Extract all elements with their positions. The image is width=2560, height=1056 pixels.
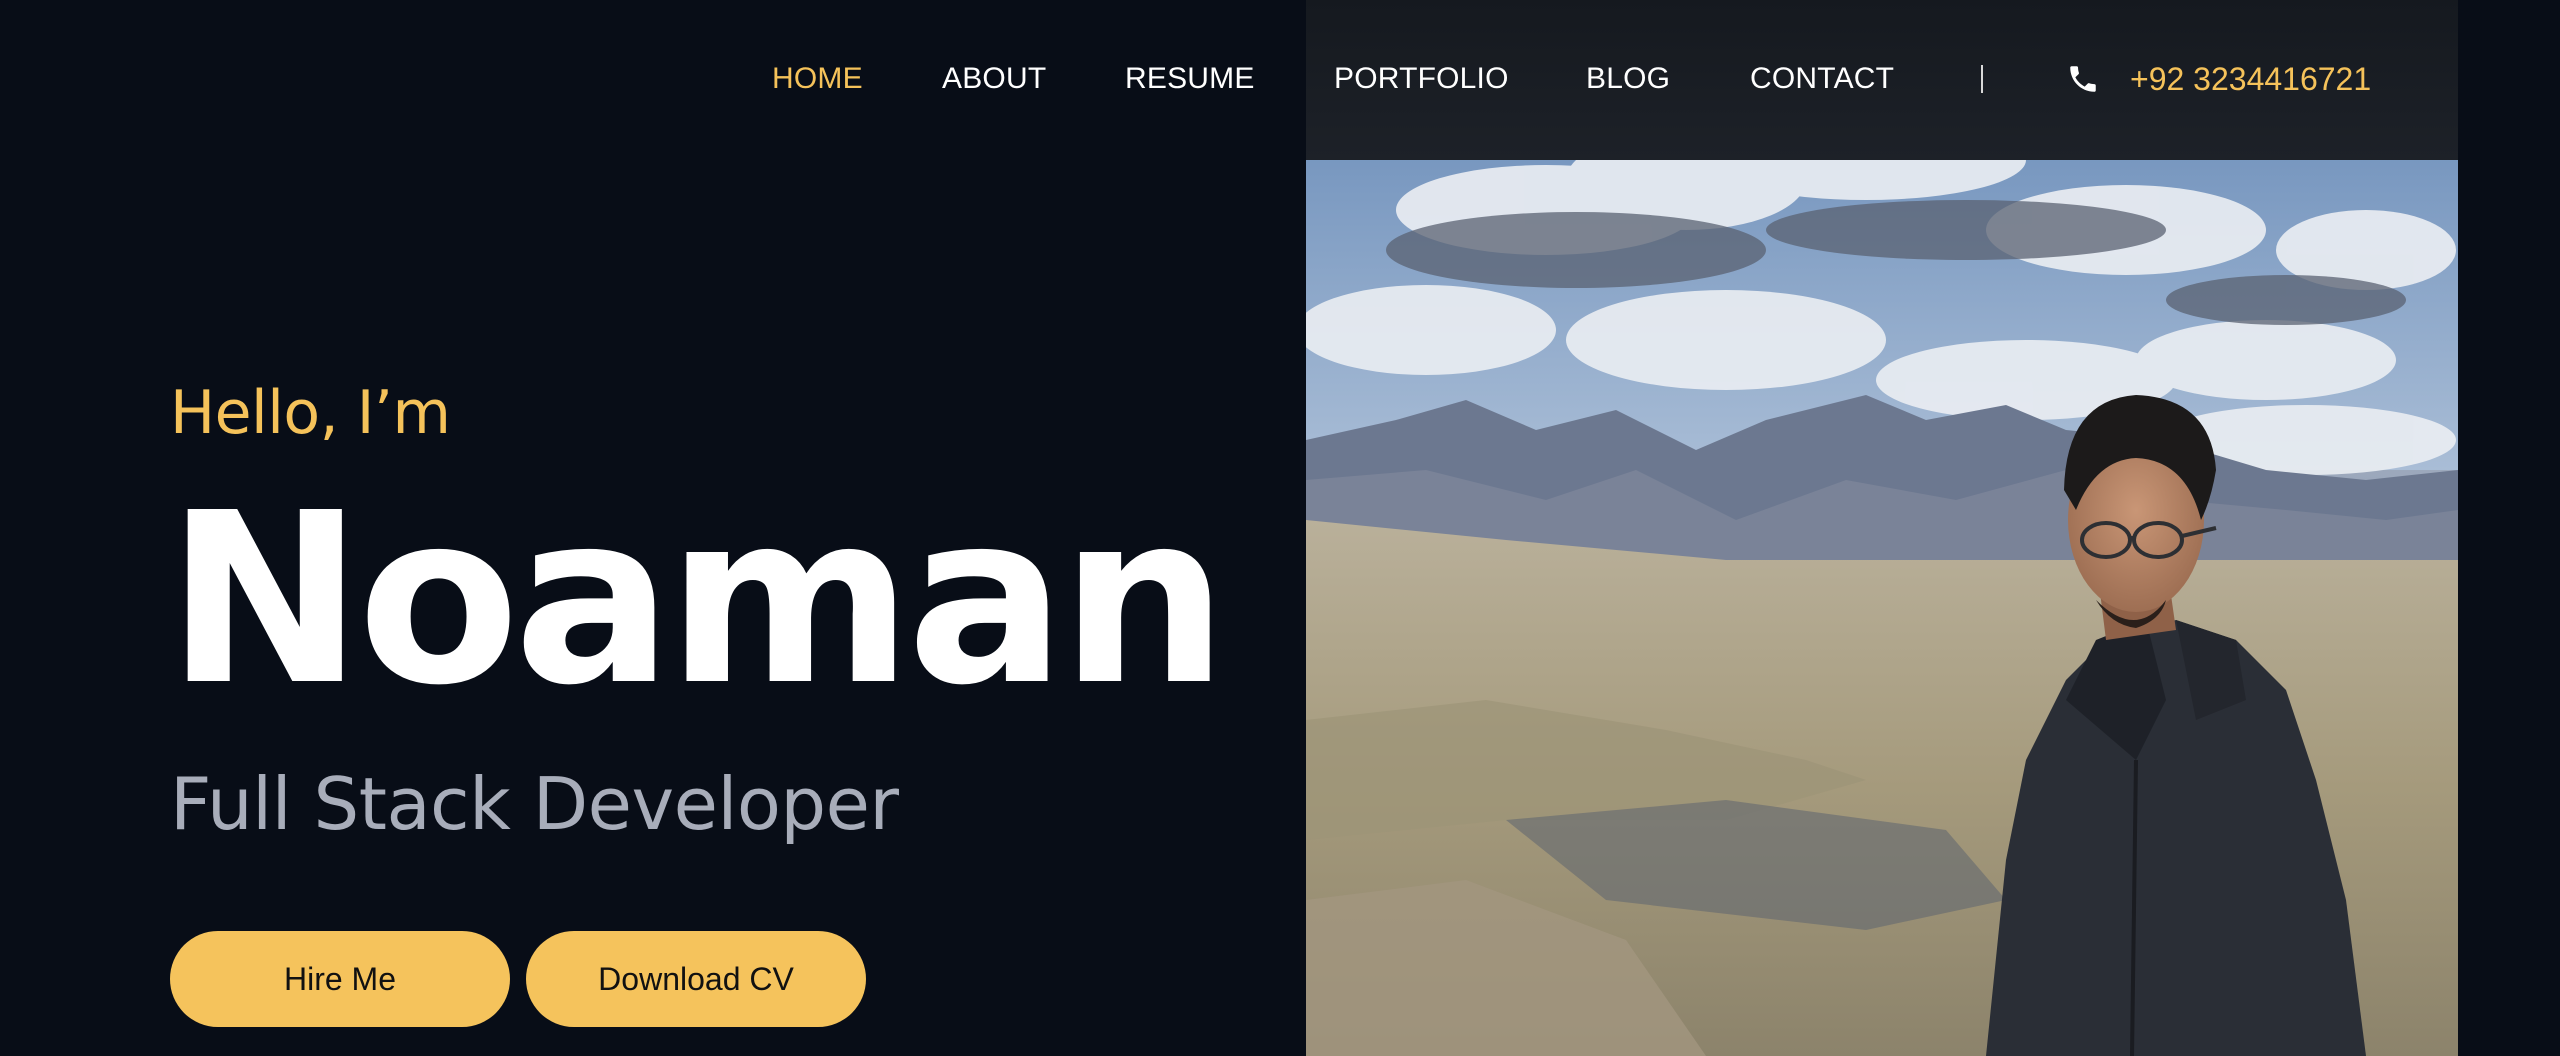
hero-greeting: Hello, I’m [170,378,451,448]
phone-contact[interactable]: +92 3234416721 [2066,56,2371,102]
nav-blog[interactable]: BLOG [1586,62,1670,96]
nav-resume[interactable]: RESUME [1125,62,1255,96]
page: HOME ABOUT RESUME PORTFOLIO BLOG CONTACT… [0,0,2560,1056]
hire-me-button[interactable]: Hire Me [170,931,510,1027]
hero-name: Noaman [166,462,1228,737]
phone-number[interactable]: +92 3234416721 [2130,61,2371,98]
nav-portfolio[interactable]: PORTFOLIO [1334,62,1509,96]
top-navigation: HOME ABOUT RESUME PORTFOLIO BLOG CONTACT… [0,0,2560,160]
nav-separator [1981,65,1983,93]
download-cv-button[interactable]: Download CV [526,931,866,1027]
nav-contact[interactable]: CONTACT [1750,62,1894,96]
hero-role: Full Stack Developer [170,762,899,846]
phone-icon [2070,66,2096,92]
nav-home[interactable]: HOME [772,62,863,96]
nav-about[interactable]: ABOUT [942,62,1046,96]
